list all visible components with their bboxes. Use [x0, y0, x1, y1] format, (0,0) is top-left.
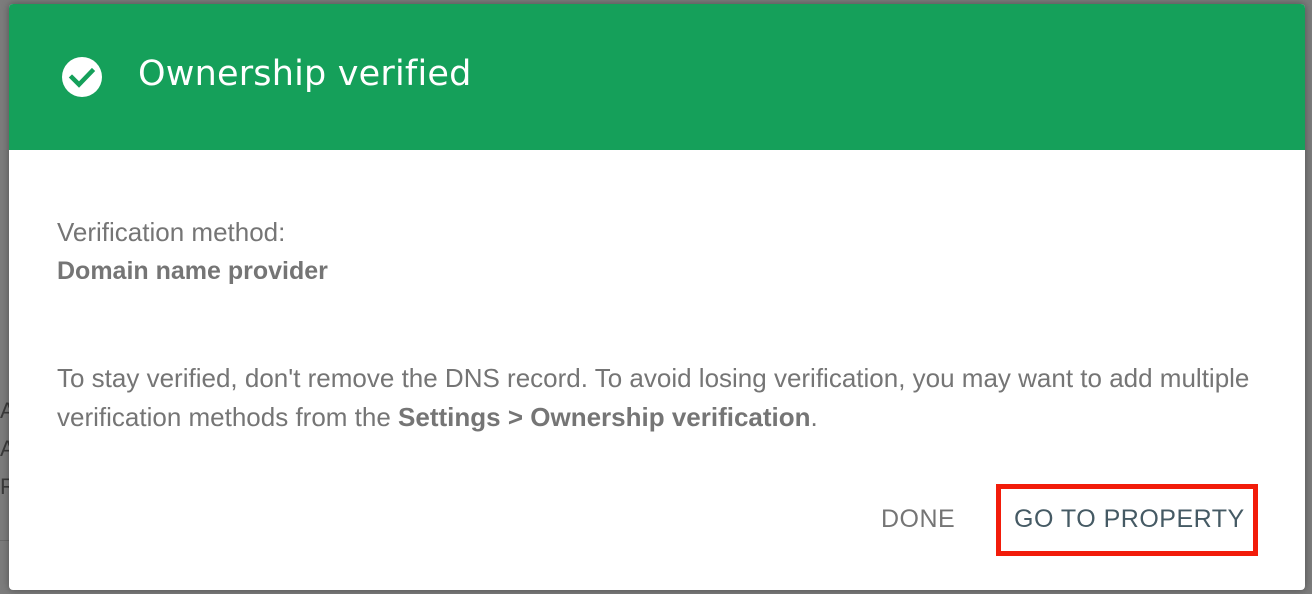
- verification-notice: To stay verified, don't remove the DNS r…: [57, 359, 1257, 437]
- notice-text-end: .: [810, 402, 818, 432]
- verification-method-label: Verification method:: [57, 217, 286, 247]
- verification-method-value: Domain name provider: [57, 257, 328, 285]
- dialog-header: Ownership verified: [9, 4, 1305, 150]
- done-button[interactable]: DONE: [881, 505, 955, 534]
- check-circle-icon: [62, 57, 102, 97]
- go-to-property-button[interactable]: GO TO PROPERTY: [1014, 505, 1245, 534]
- dialog-title: Ownership verified: [138, 54, 472, 94]
- ownership-verified-dialog: Ownership verified Verification method: …: [9, 4, 1305, 590]
- notice-settings-path: Settings > Ownership verification: [398, 402, 811, 432]
